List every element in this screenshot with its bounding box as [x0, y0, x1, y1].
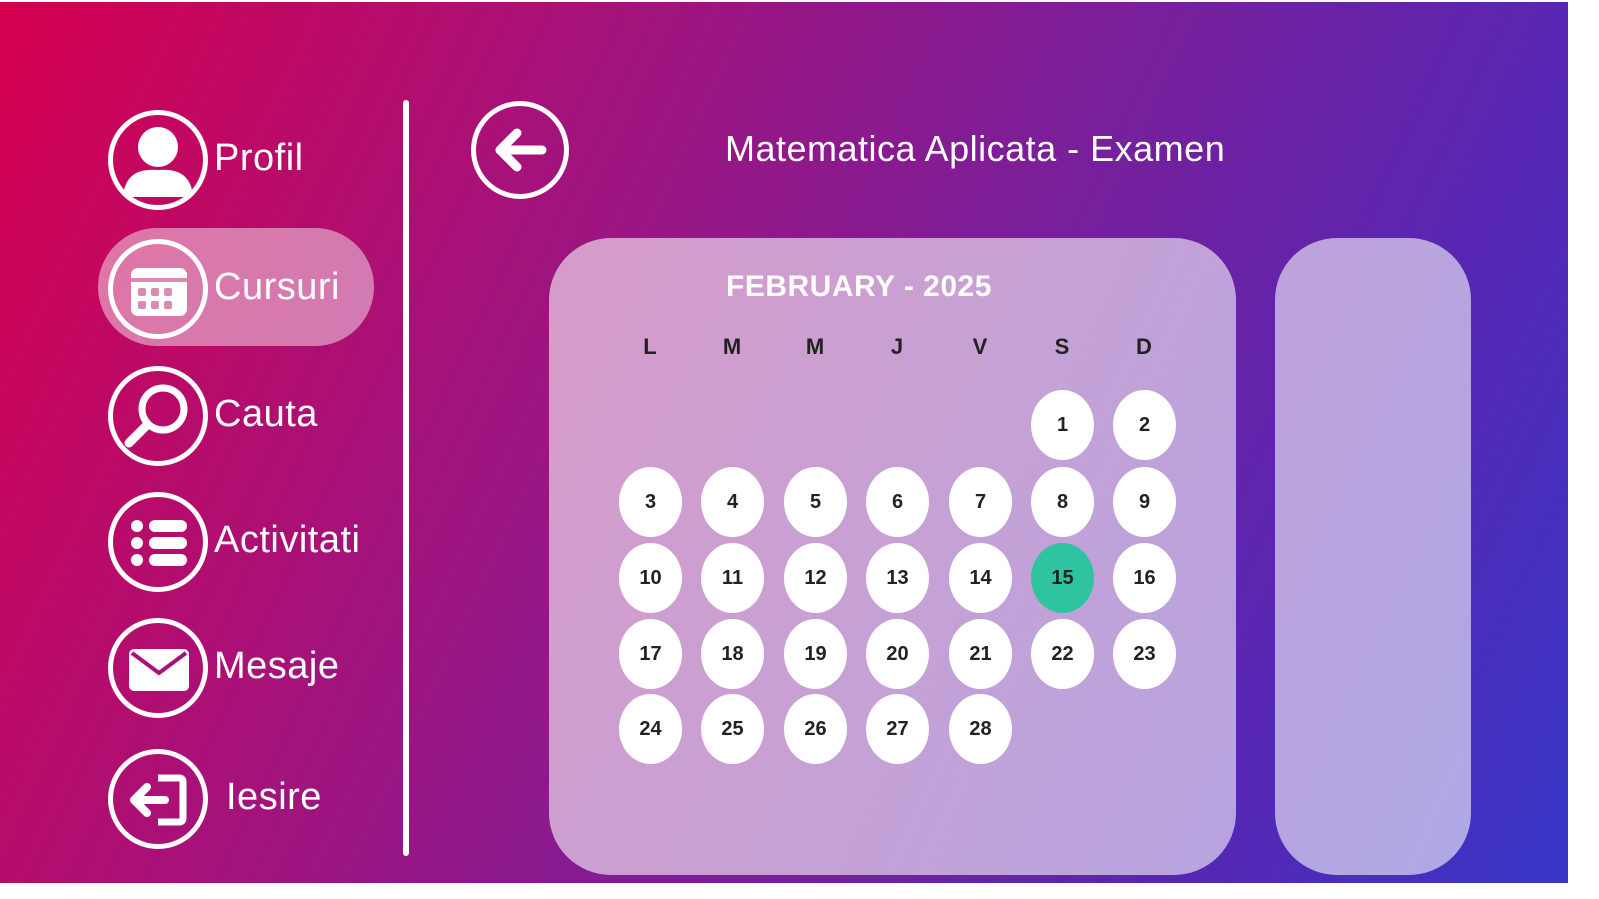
sidebar-item-iesire[interactable]: Iesire	[98, 738, 374, 856]
calendar-day[interactable]: 6	[866, 467, 929, 537]
calendar-day[interactable]: 25	[701, 694, 764, 764]
calendar-day[interactable]: 7	[949, 467, 1012, 537]
calendar-day[interactable]: 14	[949, 543, 1012, 613]
calendar-card: FEBRUARY - 2025 LMMJVSD 1 2 3 4 5 6 7 8 9 10 11 12 1…	[549, 238, 1236, 875]
calendar-day[interactable]: 10	[619, 543, 682, 613]
calendar-day[interactable]: 1	[1031, 390, 1094, 460]
calendar-day[interactable]: 2	[1113, 390, 1176, 460]
calendar-day[interactable]: 23	[1113, 619, 1176, 689]
weekday-label: V	[972, 334, 988, 359]
weekday-label: L	[643, 334, 657, 359]
calendar-day[interactable]: 5	[784, 467, 847, 537]
weekday-label: D	[1136, 334, 1152, 359]
calendar-day[interactable]: 18	[701, 619, 764, 689]
calendar-day[interactable]: 9	[1113, 467, 1176, 537]
sidebar-item-cauta[interactable]: Cauta	[98, 355, 374, 473]
weekday-label: J	[890, 334, 904, 359]
calendar-day[interactable]: 28	[949, 694, 1012, 764]
calendar-day[interactable]: 17	[619, 619, 682, 689]
calendar-day[interactable]: 12	[784, 543, 847, 613]
back-button[interactable]	[471, 101, 569, 199]
sidebar-item-label: Activitati	[214, 519, 361, 561]
calendar-day[interactable]: 13	[866, 543, 929, 613]
frame-top	[0, 0, 1599, 2]
calendar-day[interactable]: 4	[701, 467, 764, 537]
sidebar-item-label: Mesaje	[214, 645, 340, 687]
calendar-day[interactable]: 27	[866, 694, 929, 764]
app-background: Profil Cursuri Cauta Activitati Mesaje I…	[0, 0, 1599, 899]
calendar-day-selected[interactable]: 15	[1031, 543, 1094, 613]
sidebar-item-cursuri[interactable]: Cursuri	[98, 228, 374, 346]
weekday-label: S	[1054, 334, 1070, 359]
list-icon	[108, 492, 208, 592]
weekday-label: M	[805, 334, 825, 359]
sidebar-item-label: Iesire	[226, 776, 322, 818]
calendar-day[interactable]: 19	[784, 619, 847, 689]
page-title: Matematica Aplicata - Examen	[725, 128, 1226, 169]
sidebar-item-profil[interactable]: Profil	[98, 99, 374, 217]
sidebar-divider	[403, 100, 409, 856]
sidebar-item-mesaje[interactable]: Mesaje	[98, 607, 374, 725]
mail-icon	[108, 618, 208, 718]
calendar-day[interactable]: 21	[949, 619, 1012, 689]
sidebar-item-label: Cauta	[214, 393, 318, 435]
calendar-month-title: FEBRUARY - 2025	[726, 270, 992, 303]
exit-icon	[108, 749, 208, 849]
calendar-icon	[108, 239, 208, 339]
sidebar-item-label: Profil	[214, 137, 304, 179]
calendar-day[interactable]: 24	[619, 694, 682, 764]
calendar-day[interactable]: 3	[619, 467, 682, 537]
frame-bottom	[0, 883, 1599, 899]
calendar-day[interactable]: 26	[784, 694, 847, 764]
search-icon	[108, 366, 208, 466]
calendar-day[interactable]: 20	[866, 619, 929, 689]
frame-right	[1568, 0, 1599, 899]
calendar-day[interactable]: 8	[1031, 467, 1094, 537]
arrow-left-icon	[490, 120, 550, 180]
calendar-day[interactable]: 11	[701, 543, 764, 613]
calendar-day[interactable]: 22	[1031, 619, 1094, 689]
side-panel	[1275, 238, 1471, 875]
sidebar-item-activitati[interactable]: Activitati	[98, 481, 374, 599]
sidebar-item-label: Cursuri	[214, 266, 340, 308]
calendar-day[interactable]: 16	[1113, 543, 1176, 613]
user-icon	[108, 110, 208, 210]
weekday-label: M	[722, 334, 742, 359]
